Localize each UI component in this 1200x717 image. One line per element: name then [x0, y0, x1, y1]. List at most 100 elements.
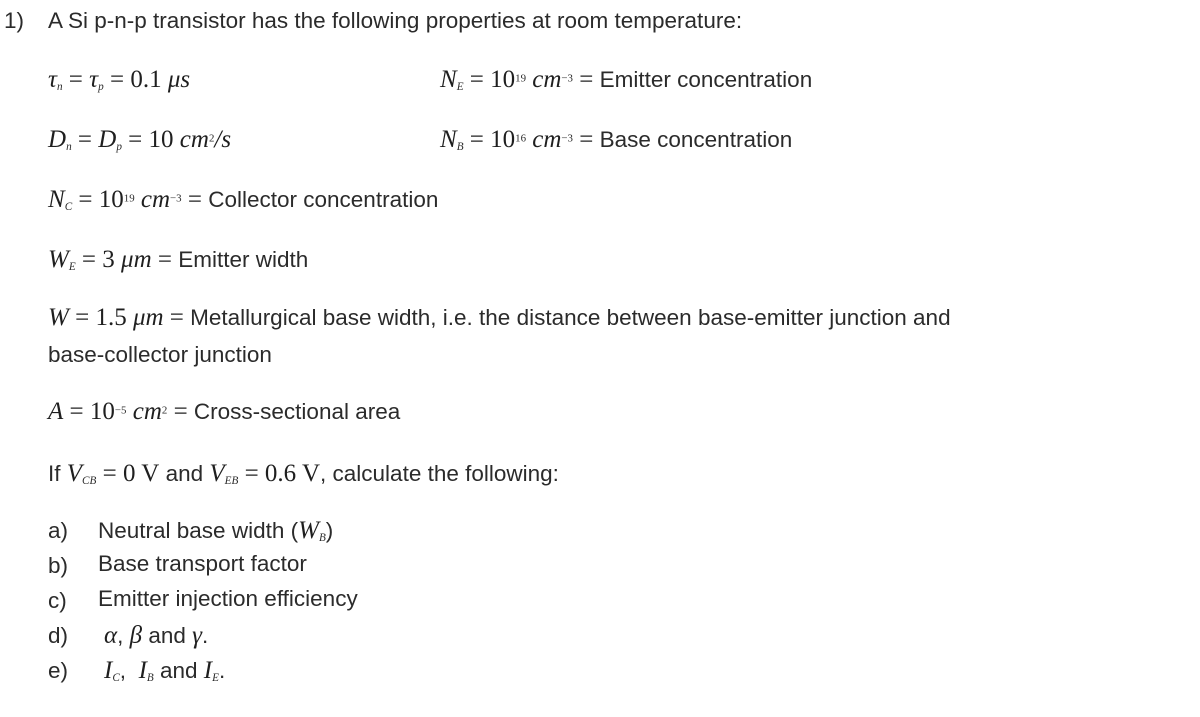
equals-sign: = [96, 460, 123, 487]
area-description: Cross-sectional area [193, 399, 401, 424]
area-mantissa: 10 [89, 398, 115, 425]
sub-question-body-b: Base transport factor [98, 551, 307, 576]
parameter-collector-concentration: NC = 1019 cm−3 = Collector concentration [48, 186, 438, 214]
v-eb-subscript: EB [224, 475, 239, 488]
n-collector-symbol: N [48, 186, 65, 213]
list-item: a) Neutral base width (WB) [0, 518, 1200, 553]
parameter-emitter-concentration: NE = 1019 cm−3 = Emitter concentration [440, 66, 812, 94]
equals-sign: = [181, 186, 209, 213]
sub-question-label-a: a) [48, 518, 69, 543]
emitter-width-value: 3 [102, 246, 115, 273]
current-emitter-symbol: I [203, 657, 213, 684]
beta-symbol: β [129, 622, 143, 649]
n-emitter-symbol: N [440, 66, 457, 93]
sub-question-label-e: e) [48, 658, 69, 683]
n-base-description: Base concentration [599, 127, 793, 152]
equals-sign: = [163, 304, 191, 331]
sub-question-label-d: d) [48, 623, 69, 648]
document-page: 1) A Si p-n-p transistor has the followi… [0, 0, 1200, 717]
emitter-width-symbol: W [48, 246, 69, 273]
bias-suffix: , calculate the following: [320, 461, 559, 486]
n-collector-unit: cm [140, 186, 171, 213]
equals-sign: = [151, 246, 179, 273]
n-emitter-exponent: 19 [515, 72, 527, 85]
tau-value: 0.1 [130, 66, 162, 93]
n-base-unit: cm [532, 126, 562, 153]
n-collector-exponent: 19 [123, 192, 135, 205]
n-emitter-description: Emitter concentration [599, 67, 813, 92]
d-n-symbol: D [48, 126, 67, 153]
period: . [218, 658, 226, 683]
comma: , [117, 623, 130, 648]
equals-sign: = [71, 126, 99, 153]
base-width-description-continued: base-collector junction [48, 342, 272, 367]
equals-sign: = [573, 126, 600, 153]
parameter-metallurgical-base-width: W = 1.5 μm = Metallurgical base width, i… [48, 304, 951, 332]
d-unit-tail: /s [214, 126, 232, 153]
equals-sign: = [463, 66, 491, 93]
list-item: d) α, β and γ. [0, 623, 1200, 658]
current-emitter-subscript: E [212, 672, 219, 685]
parameter-emitter-width: WE = 3 μm = Emitter width [48, 246, 308, 274]
n-emitter-subscript: E [456, 81, 464, 94]
neutral-base-width-subscript: B [318, 532, 326, 545]
d-unit: cm [179, 126, 209, 153]
equals-sign: = [238, 460, 265, 487]
base-width-symbol: W [48, 304, 69, 331]
equals-sign: = [75, 246, 103, 273]
n-base-unit-exponent: −3 [561, 132, 573, 145]
comma: , [119, 658, 139, 683]
parameter-diffusion-coefficient: Dn = Dp = 10 cm2/s [48, 126, 231, 154]
bias-condition: If VCB = 0 V and VEB = 0.6 V, calculate … [48, 460, 559, 488]
tau-unit-text: μs [167, 66, 191, 93]
problem-number: 1) [4, 8, 25, 33]
equals-sign: = [573, 66, 600, 93]
gamma-symbol: γ [192, 622, 202, 649]
area-exponent: −5 [114, 404, 127, 417]
n-collector-description: Collector concentration [208, 187, 439, 212]
equals-sign: = [68, 304, 96, 331]
n-collector-mantissa: 10 [98, 186, 124, 213]
base-width-description: Metallurgical base width, i.e. the dista… [190, 305, 951, 330]
equals-sign: = [167, 398, 194, 425]
sub-question-list: a) Neutral base width (WB) b) Base trans… [0, 518, 1200, 693]
current-collector-subscript: C [112, 672, 120, 685]
v-cb-value: 0 V [122, 460, 160, 487]
bias-conjunction: and [159, 461, 210, 486]
area-symbol: A [48, 398, 64, 425]
n-collector-unit-exponent: −3 [170, 192, 182, 205]
parameter-base-concentration: NB = 1016 cm−3 = Base concentration [440, 126, 792, 154]
conjunction: and [142, 623, 193, 648]
problem-stem: A Si p-n-p transistor has the following … [48, 8, 743, 33]
tau-p-symbol: τ [89, 66, 99, 93]
v-cb-subscript: CB [82, 475, 97, 488]
v-cb-symbol: V [66, 460, 83, 487]
list-item: e) IC, IB and IE. [0, 658, 1200, 693]
n-emitter-unit: cm [532, 66, 562, 93]
n-emitter-mantissa: 10 [490, 66, 516, 93]
tau-n-symbol: τ [48, 66, 57, 93]
base-width-unit: μm [132, 304, 164, 331]
n-base-exponent: 16 [515, 132, 527, 145]
equals-sign: = [72, 186, 99, 213]
current-base-symbol: I [138, 657, 147, 684]
d-value: 10 [148, 126, 174, 153]
sub-question-a-text-before: Neutral base width ( [98, 518, 299, 543]
list-item: c) Emitter injection efficiency [0, 587, 1200, 623]
n-base-mantissa: 10 [490, 126, 516, 153]
current-base-subscript: B [146, 672, 154, 685]
parameter-carrier-lifetime: τn = τp = 0.1 μs [48, 66, 190, 94]
emitter-width-unit: μm [121, 246, 152, 273]
n-emitter-unit-exponent: −3 [561, 72, 573, 85]
list-item: b) Base transport factor [0, 551, 1200, 588]
sub-question-body-e: IC, IB and IE. [104, 657, 226, 685]
equals-sign: = [463, 126, 491, 153]
period: . [202, 623, 209, 648]
d-p-symbol: D [98, 126, 117, 153]
bias-prefix: If [48, 461, 67, 486]
sub-question-body-a: Neutral base width (WB) [98, 518, 334, 545]
equals-sign: = [62, 66, 90, 93]
area-unit: cm [132, 398, 162, 425]
sub-question-a-text-after: ) [325, 518, 334, 543]
parameter-cross-sectional-area: A = 10−5 cm2 = Cross-sectional area [48, 398, 400, 426]
